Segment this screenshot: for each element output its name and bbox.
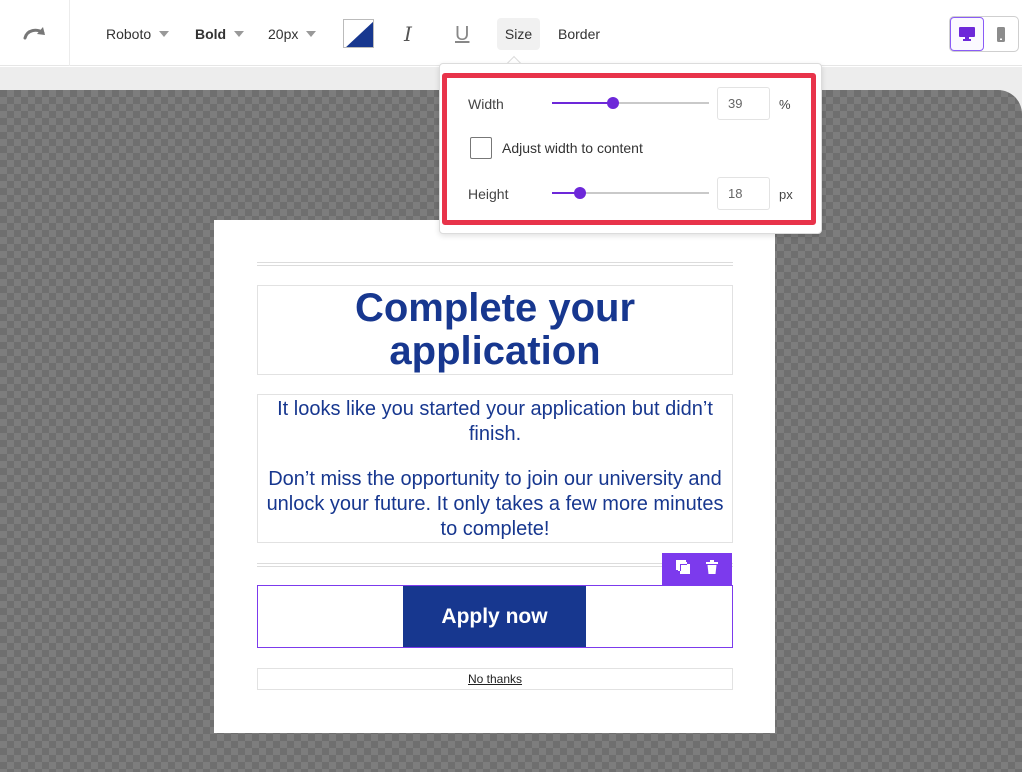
desktop-view-button[interactable] — [950, 17, 985, 51]
height-slider[interactable] — [552, 187, 709, 199]
body-paragraph-1: It looks like you started your applicati… — [277, 398, 713, 445]
height-slider-thumb[interactable] — [574, 187, 586, 199]
mobile-view-button[interactable] — [984, 17, 1018, 51]
body-paragraph-2: Don’t miss the opportunity to join our u… — [266, 468, 724, 540]
preview-device-toggle — [949, 16, 1019, 52]
height-input[interactable]: 18 — [717, 177, 770, 210]
duplicate-button[interactable] — [675, 559, 691, 580]
tab-border[interactable]: Border — [558, 18, 600, 50]
width-unit: % — [779, 97, 791, 112]
block-actions-bar — [662, 553, 732, 586]
width-input[interactable]: 39 — [717, 87, 770, 120]
apply-now-label: Apply now — [441, 604, 548, 628]
chevron-down-icon — [234, 31, 245, 37]
headline-text: Complete your application — [354, 286, 636, 373]
no-thanks-link[interactable]: No thanks — [468, 672, 522, 686]
width-slider-fill — [552, 102, 613, 104]
adjust-width-checkbox[interactable] — [470, 137, 492, 159]
apply-now-button[interactable]: Apply now — [403, 586, 586, 647]
tab-size-label: Size — [504, 26, 533, 42]
divider-top[interactable] — [257, 262, 733, 266]
desktop-icon — [959, 27, 976, 41]
redo-button[interactable] — [0, 0, 70, 66]
font-size-value: 20px — [268, 26, 299, 42]
color-swatch-icon — [344, 20, 373, 47]
font-family-value: Roboto — [106, 26, 152, 42]
tab-border-label: Border — [558, 26, 601, 42]
trash-icon — [706, 560, 718, 574]
chevron-down-icon — [306, 31, 317, 37]
chevron-down-icon — [159, 31, 170, 37]
font-size-select[interactable]: 20px — [268, 18, 317, 50]
text-color-button[interactable] — [343, 19, 374, 48]
height-value: 18 — [728, 186, 743, 201]
redo-icon — [23, 27, 45, 40]
editor-toolbar: Roboto Bold 20px I U Size Border — [0, 0, 1022, 66]
delete-button[interactable] — [705, 559, 719, 580]
body-text-block[interactable]: It looks like you started your applicati… — [257, 394, 733, 543]
width-label: Width — [468, 96, 504, 112]
width-slider-thumb[interactable] — [607, 97, 619, 109]
width-value: 39 — [728, 96, 743, 111]
width-slider[interactable] — [552, 97, 709, 109]
tab-size[interactable]: Size — [497, 18, 540, 50]
mobile-icon — [997, 26, 1006, 42]
adjust-width-label[interactable]: Adjust width to content — [502, 140, 643, 156]
underline-icon: U — [455, 22, 470, 45]
font-weight-select[interactable]: Bold — [195, 18, 245, 50]
headline-block[interactable]: Complete your application — [257, 285, 733, 375]
decline-link-block: No thanks — [257, 668, 733, 690]
height-unit: px — [779, 187, 793, 202]
height-label: Height — [468, 186, 509, 202]
font-family-select[interactable]: Roboto — [106, 18, 170, 50]
duplicate-icon — [676, 560, 690, 574]
italic-button[interactable]: I — [404, 18, 412, 50]
italic-icon: I — [404, 22, 412, 46]
underline-button[interactable]: U — [455, 18, 469, 50]
font-weight-value: Bold — [195, 26, 227, 42]
